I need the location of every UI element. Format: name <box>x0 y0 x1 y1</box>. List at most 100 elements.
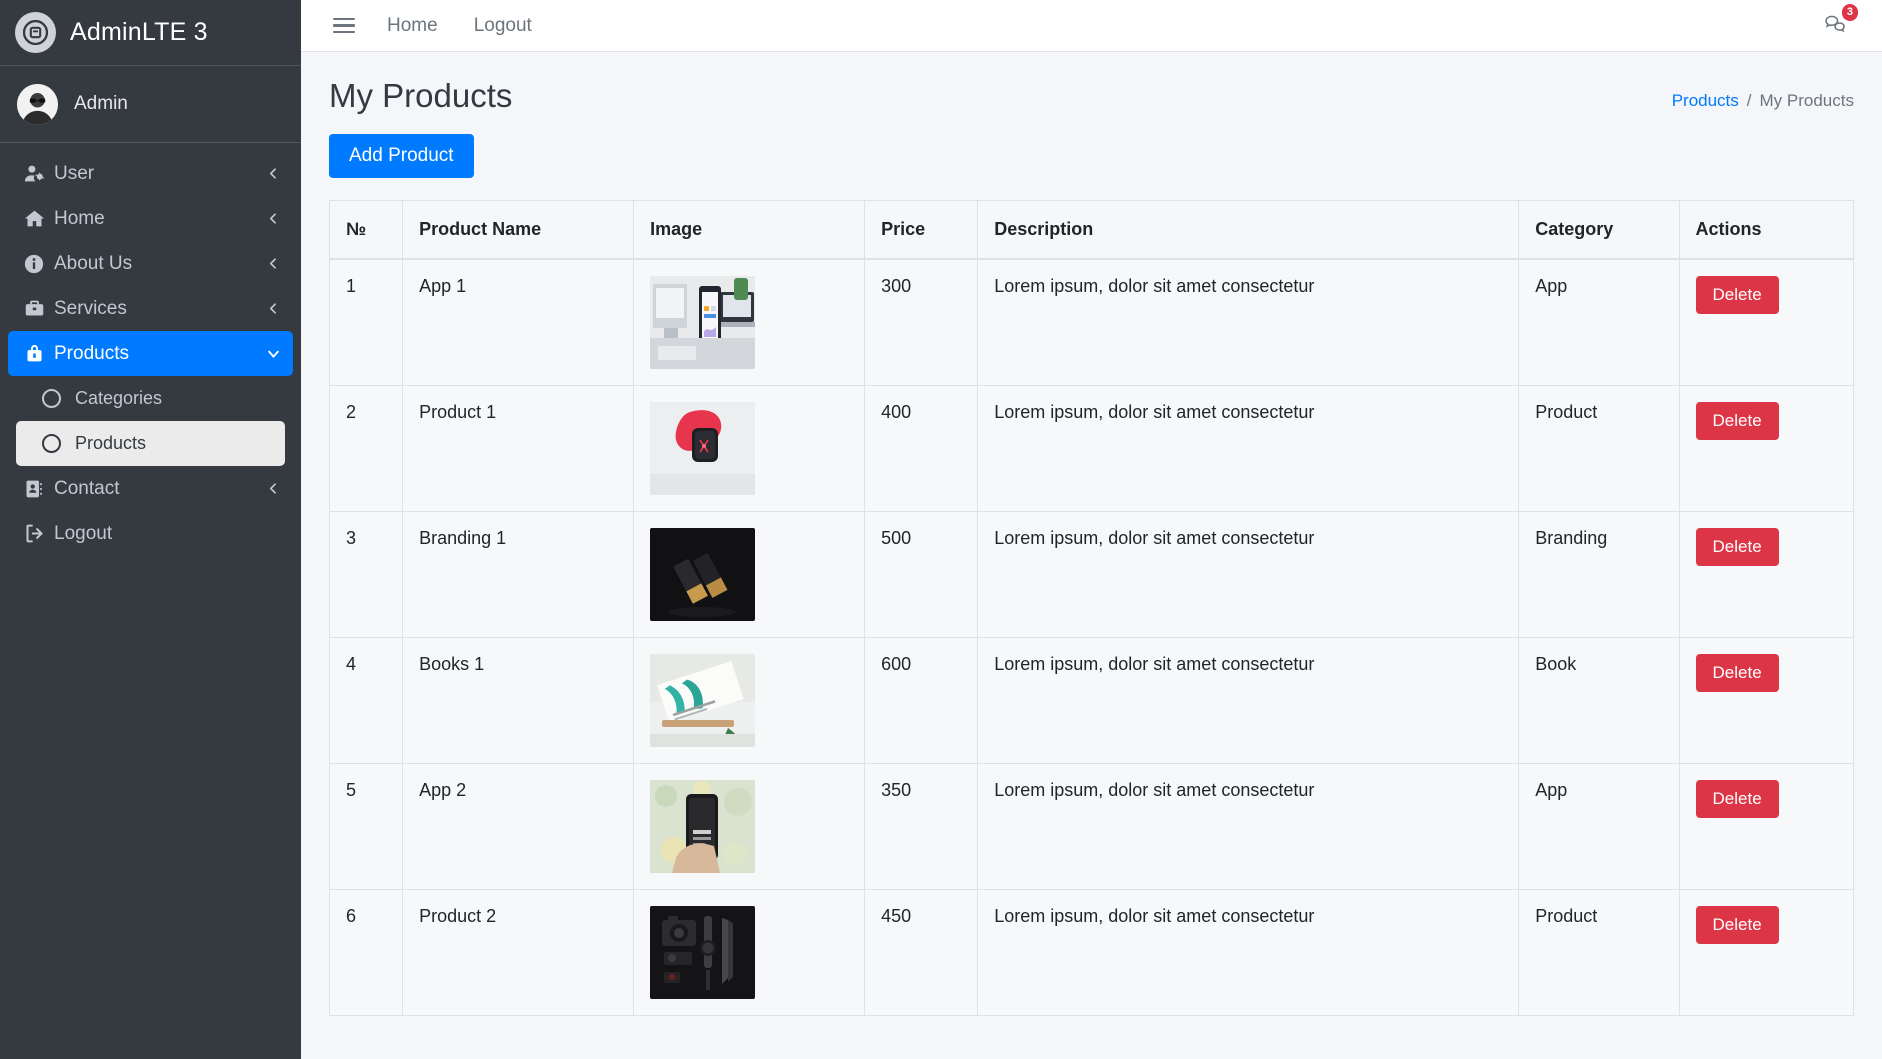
navbar-link-home[interactable]: Home <box>369 7 456 45</box>
cell-image <box>633 258 866 386</box>
sidebar-link-categories[interactable]: Categories <box>16 376 285 421</box>
delete-button[interactable]: Delete <box>1695 276 1779 314</box>
red-smartwatch-photo <box>650 402 756 495</box>
sidebar-item-label: Home <box>54 207 105 229</box>
sidebar-item-contact[interactable]: Contact <box>0 466 301 511</box>
cell-actions: Delete <box>1679 637 1854 764</box>
delete-button[interactable]: Delete <box>1695 906 1779 944</box>
sidebar-item-home[interactable]: Home <box>0 196 301 241</box>
cell-price: 300 <box>864 258 979 386</box>
cell-number: 2 <box>329 385 404 512</box>
cell-product-name: App 2 <box>402 763 635 890</box>
user-panel-name[interactable]: Admin <box>74 93 128 115</box>
sidebar: AdminLTE 3 Admin User Home About Us Serv… <box>0 0 301 1059</box>
cell-description: Lorem ipsum, dolor sit amet consectetur <box>977 637 1520 764</box>
table-row: 5 App 2 350 Lorem ipsum, dolor sit amet … <box>329 763 1854 890</box>
cell-actions: Delete <box>1679 511 1854 638</box>
adminlte-logo-icon <box>15 12 56 53</box>
sidebar-item-products-sub[interactable]: Products <box>8 421 293 466</box>
hamburger-menu-icon[interactable] <box>319 6 369 46</box>
cell-description: Lorem ipsum, dolor sit amet consectetur <box>977 889 1520 1016</box>
hamburger-lines <box>333 14 355 38</box>
sidebar-item-categories[interactable]: Categories <box>8 376 293 421</box>
chevron-left-icon <box>265 302 281 315</box>
cell-product-name: App 1 <box>402 258 635 386</box>
cell-number: 3 <box>329 511 404 638</box>
cell-number: 5 <box>329 763 404 890</box>
sidebar-item-services[interactable]: Services <box>0 286 301 331</box>
sidebar-link-services[interactable]: Services <box>8 286 293 331</box>
column-header-number: № <box>329 200 404 260</box>
sidebar-item-products[interactable]: Products Categories Products <box>0 331 301 466</box>
delete-button[interactable]: Delete <box>1695 402 1779 440</box>
sidebar-link-about-us[interactable]: About Us <box>8 241 293 286</box>
app-root: AdminLTE 3 Admin User Home About Us Serv… <box>0 0 1882 1059</box>
lock-bag-icon <box>20 343 48 364</box>
add-product-button[interactable]: Add Product <box>329 134 474 178</box>
main-area: Home Logout 3 My Products Products / My … <box>301 0 1882 1059</box>
cell-actions: Delete <box>1679 763 1854 890</box>
cell-category: App <box>1518 258 1680 386</box>
messages-button[interactable]: 3 <box>1813 3 1858 46</box>
cell-category: App <box>1518 763 1680 890</box>
cell-product-name: Branding 1 <box>402 511 635 638</box>
sidebar-link-home[interactable]: Home <box>8 196 293 241</box>
phone-laptop-photo <box>650 276 756 369</box>
sidebar-link-products[interactable]: Products <box>8 331 293 376</box>
table-row: 4 Books 1 600 Lorem ipsum, dolor sit ame… <box>329 637 1854 764</box>
chevron-left-icon <box>265 167 281 180</box>
navbar-left-group: Home Logout <box>319 6 550 46</box>
circle-icon <box>42 389 61 408</box>
hand-phone-plants-photo <box>650 780 756 873</box>
sidebar-link-contact[interactable]: Contact <box>8 466 293 511</box>
table-row: 6 Product 2 450 Lorem ipsum, dolor sit a… <box>329 889 1854 1016</box>
briefcase-icon <box>20 298 48 319</box>
sidebar-subitem-label: Products <box>75 433 147 453</box>
comments-icon <box>1823 15 1846 39</box>
sidebar-item-label: Logout <box>54 522 113 544</box>
brand-title: AdminLTE 3 <box>70 18 208 46</box>
sidebar-item-about-us[interactable]: About Us <box>0 241 301 286</box>
delete-button[interactable]: Delete <box>1695 528 1779 566</box>
navbar-link-logout[interactable]: Logout <box>456 7 550 45</box>
sidebar-item-user[interactable]: User <box>0 151 301 196</box>
cell-image <box>633 889 866 1016</box>
cell-actions: Delete <box>1679 385 1854 512</box>
column-header-description: Description <box>977 200 1520 260</box>
table-row: 3 Branding 1 500 Lorem ipsum, dolor sit … <box>329 511 1854 638</box>
table-row: 2 Product 1 400 Lorem ipsum, dolor sit a… <box>329 385 1854 512</box>
sidebar-link-user[interactable]: User <box>8 151 293 196</box>
sidebar-nav: User Home About Us Services Products Cat… <box>0 143 301 556</box>
chevron-left-icon <box>265 257 281 270</box>
content-body: Add Product № Product Name Image Price D… <box>301 128 1882 1059</box>
cell-price: 500 <box>864 511 979 638</box>
brand-link[interactable]: AdminLTE 3 <box>0 0 301 66</box>
breadcrumb: Products / My Products <box>1672 81 1854 111</box>
cell-category: Product <box>1518 889 1680 1016</box>
sidebar-item-logout[interactable]: Logout <box>0 511 301 556</box>
cell-product-name: Product 2 <box>402 889 635 1016</box>
sidebar-link-logout[interactable]: Logout <box>8 511 293 556</box>
cell-image <box>633 511 866 638</box>
breadcrumb-current: My Products <box>1759 91 1854 110</box>
cell-price: 350 <box>864 763 979 890</box>
breadcrumb-separator: / <box>1746 91 1752 110</box>
chevron-down-icon <box>265 346 281 361</box>
sidebar-link-products-sub[interactable]: Products <box>16 421 285 466</box>
navbar-right-group: 3 <box>1813 3 1864 46</box>
breadcrumb-parent[interactable]: Products <box>1672 91 1739 111</box>
delete-button[interactable]: Delete <box>1695 654 1779 692</box>
content-header: My Products Products / My Products <box>301 52 1882 128</box>
top-navbar: Home Logout 3 <box>301 0 1882 52</box>
dark-bottles-photo <box>650 528 756 621</box>
camera-flatlay-photo <box>650 906 756 999</box>
user-cog-icon <box>20 163 48 184</box>
cell-price: 450 <box>864 889 979 1016</box>
table-head: № Product Name Image Price Description C… <box>329 200 1854 260</box>
cell-description: Lorem ipsum, dolor sit amet consectetur <box>977 511 1520 638</box>
sidebar-item-label: Products <box>54 342 129 364</box>
cell-actions: Delete <box>1679 258 1854 386</box>
cell-product-name: Books 1 <box>402 637 635 764</box>
info-circle-icon <box>20 254 48 274</box>
delete-button[interactable]: Delete <box>1695 780 1779 818</box>
